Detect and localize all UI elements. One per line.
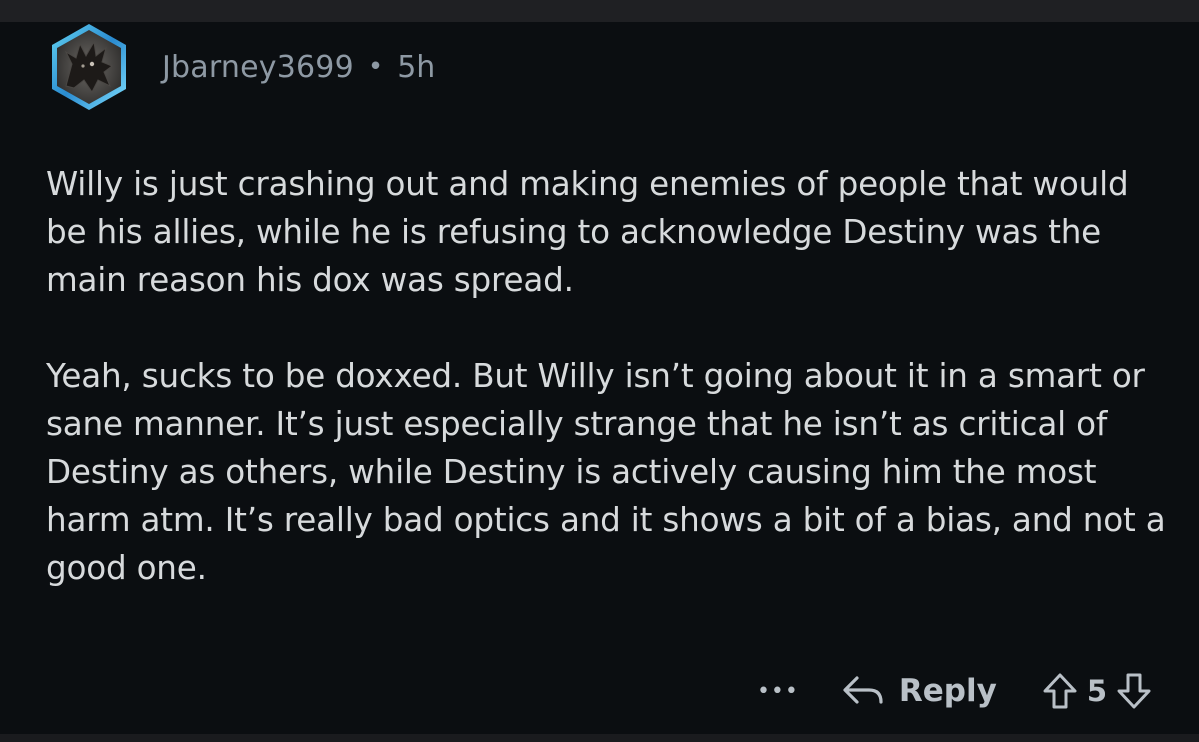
downvote-arrow-icon[interactable] <box>1115 671 1153 711</box>
reply-button[interactable]: Reply <box>841 673 997 709</box>
bottom-divider <box>0 734 1199 742</box>
more-options-button[interactable]: ••• <box>757 679 799 704</box>
reply-arrow-icon <box>843 676 883 704</box>
comment-paragraph-1: Willy is just crashing out and making en… <box>46 165 1129 299</box>
vote-controls: 5 <box>1041 671 1153 711</box>
comment-body: Willy is just crashing out and making en… <box>46 160 1176 592</box>
comment-actions: ••• Reply 5 <box>757 666 1153 716</box>
user-avatar[interactable] <box>48 22 130 112</box>
comment-timestamp: 5h <box>397 49 436 85</box>
meta-separator: • <box>367 52 384 82</box>
comment-header: Jbarney3699 • 5h <box>48 22 435 112</box>
reply-label: Reply <box>898 673 997 709</box>
top-divider <box>0 0 1199 22</box>
comment-author[interactable]: Jbarney3699 <box>162 50 354 85</box>
vote-score: 5 <box>1086 674 1107 708</box>
upvote-arrow-icon[interactable] <box>1041 671 1079 711</box>
comment-paragraph-2: Yeah, sucks to be doxxed. But Willy isn’… <box>46 357 1166 587</box>
